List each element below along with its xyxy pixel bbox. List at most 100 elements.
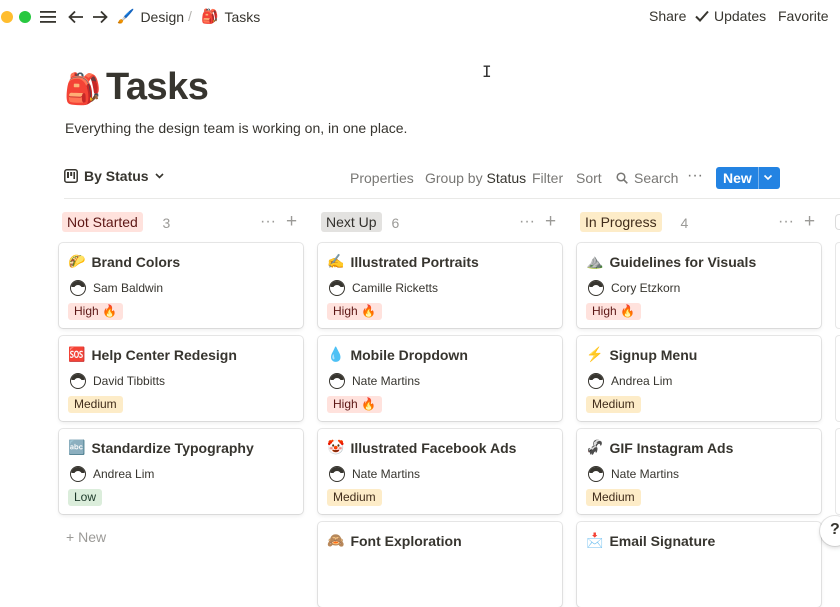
task-card[interactable]: 🆘 Help Center Redesign David Tibbitts Mediu… [59, 336, 303, 421]
assignee-name: Cory Etzkorn [611, 281, 681, 295]
column-count: 6 [391, 215, 400, 231]
assignee: Nate Martins [329, 466, 420, 482]
new-item-button[interactable]: New [716, 167, 780, 189]
card-title: ⛰️ Guidelines for Visuals [586, 253, 756, 270]
updates-button[interactable]: Updates [695, 8, 766, 24]
new-label: New [723, 170, 752, 186]
card-title: 🔤 Standardize Typography [68, 439, 254, 456]
card-title: 🆘 Help Center Redesign [68, 346, 237, 363]
column-add-button[interactable]: + [804, 211, 815, 233]
view-toolbar: By Status Properties Group by Status Fil… [64, 166, 840, 190]
card-icon: ⚡ [586, 346, 604, 362]
sort-button[interactable]: Sort [576, 170, 602, 186]
card-title: 📩 Email Signature [586, 532, 715, 549]
column-more-button[interactable]: ··· [519, 213, 535, 231]
updates-label: Updates [714, 8, 767, 24]
share-button[interactable]: Share [649, 8, 686, 24]
page-title[interactable]: Tasks [106, 66, 209, 109]
task-card[interactable]: ⛰️ Guidelines for Visuals Cory Etzkorn High… [577, 243, 821, 328]
card-title-text: Standardize Typography [91, 439, 254, 456]
view-selector[interactable]: By Status [64, 168, 164, 184]
card-icon: 🙈 [327, 532, 345, 548]
column-more-button[interactable]: ··· [778, 213, 794, 231]
text-cursor-icon: I [482, 62, 492, 81]
board-view-icon [64, 169, 78, 183]
task-card[interactable]: 🔤 Standardize Typography Andrea Lim Low [59, 429, 303, 514]
card-title: 🌮 Brand Colors [68, 253, 180, 270]
help-button[interactable]: ? [820, 516, 840, 546]
status-badge[interactable]: In Progress [580, 212, 662, 232]
next-column-header [836, 215, 840, 229]
avatar [588, 466, 604, 482]
card-title-text: Font Exploration [350, 532, 462, 549]
column-more-button[interactable]: ··· [260, 213, 276, 231]
card-title-text: Email Signature [609, 532, 716, 549]
new-dropdown-button[interactable] [763, 169, 773, 188]
column-count: 4 [680, 215, 689, 231]
next-column-card[interactable] [836, 243, 840, 328]
chevron-down-icon [155, 173, 164, 179]
card-title-text: Mobile Dropdown [350, 346, 468, 363]
card-icon: 🔤 [68, 439, 86, 455]
top-bar: 🖌️ Design / 🎒 Tasks Share Updates Favori… [0, 0, 840, 34]
card-icon: 📩 [586, 532, 604, 548]
forward-button[interactable] [91, 8, 109, 26]
column-count: 3 [162, 215, 171, 231]
breadcrumb-label: Tasks [224, 8, 261, 25]
status-badge[interactable]: Next Up [321, 212, 382, 232]
page-description[interactable]: Everything the design team is working on… [65, 120, 407, 136]
button-divider [758, 167, 759, 189]
task-card[interactable]: 💧 Mobile Dropdown Nate Martins High 🔥 [318, 336, 562, 421]
assignee: Nate Martins [329, 373, 420, 389]
task-card[interactable]: ⚡ Signup Menu Andrea Lim Medium [577, 336, 821, 421]
avatar [329, 373, 345, 389]
properties-button[interactable]: Properties [350, 170, 414, 186]
avatar [329, 466, 345, 482]
card-title: ⚡ Signup Menu [586, 346, 697, 363]
breadcrumb-design[interactable]: 🖌️ Design [117, 8, 184, 25]
card-icon: 🦨 [586, 439, 604, 455]
card-title-text: Illustrated Facebook Ads [350, 439, 517, 456]
task-card[interactable]: ✍️ Illustrated Portraits Camille Ricketts H… [318, 243, 562, 328]
card-icon: 🤡 [327, 439, 345, 455]
card-icon: ✍️ [327, 253, 345, 269]
window-minimize-button[interactable] [1, 11, 13, 23]
card-title-text: Brand Colors [91, 253, 181, 270]
toolbar-divider [64, 198, 840, 199]
search-button[interactable]: Search [616, 170, 678, 186]
plus-icon: + [66, 529, 75, 545]
card-title: ✍️ Illustrated Portraits [327, 253, 479, 270]
assignee-name: Camille Ricketts [352, 281, 439, 295]
add-new-card-button[interactable]: + New [66, 529, 106, 545]
more-options-button[interactable]: ··· [687, 167, 703, 185]
card-icon: 💧 [327, 346, 345, 362]
sidebar-toggle-button[interactable] [39, 8, 57, 26]
add-new-label: New [78, 529, 107, 545]
task-card[interactable]: 🙈 Font Exploration [318, 522, 562, 607]
breadcrumb-label: Design [140, 8, 185, 25]
assignee: Nate Martins [588, 466, 679, 482]
group-by-label: Group by [425, 170, 483, 186]
filter-button[interactable]: Filter [532, 170, 563, 186]
task-card[interactable]: 🦨 GIF Instagram Ads Nate Martins Medium [577, 429, 821, 514]
help-label: ? [830, 521, 840, 538]
task-card[interactable]: 📩 Email Signature [577, 522, 821, 607]
checkmark-icon [695, 10, 709, 22]
favorite-button[interactable]: Favorite [778, 8, 829, 24]
breadcrumb-tasks[interactable]: 🎒 Tasks [201, 8, 260, 25]
page-icon[interactable]: 🎒 [64, 72, 101, 108]
group-by-button[interactable]: Group by Status [425, 170, 526, 186]
next-column-card[interactable] [836, 336, 840, 421]
window-zoom-button[interactable] [19, 11, 31, 23]
card-title-text: Signup Menu [609, 346, 698, 363]
card-title-text: Help Center Redesign [91, 346, 237, 363]
column-add-button[interactable]: + [286, 211, 297, 233]
next-column-card[interactable] [836, 429, 840, 514]
back-button[interactable] [67, 8, 85, 26]
assignee: David Tibbitts [70, 373, 165, 389]
priority-tag: Low [68, 489, 103, 506]
task-card[interactable]: 🌮 Brand Colors Sam Baldwin High 🔥 [59, 243, 303, 328]
column-add-button[interactable]: + [545, 211, 556, 233]
status-badge[interactable]: Not Started [62, 212, 143, 232]
task-card[interactable]: 🤡 Illustrated Facebook Ads Nate Martins Med… [318, 429, 562, 514]
